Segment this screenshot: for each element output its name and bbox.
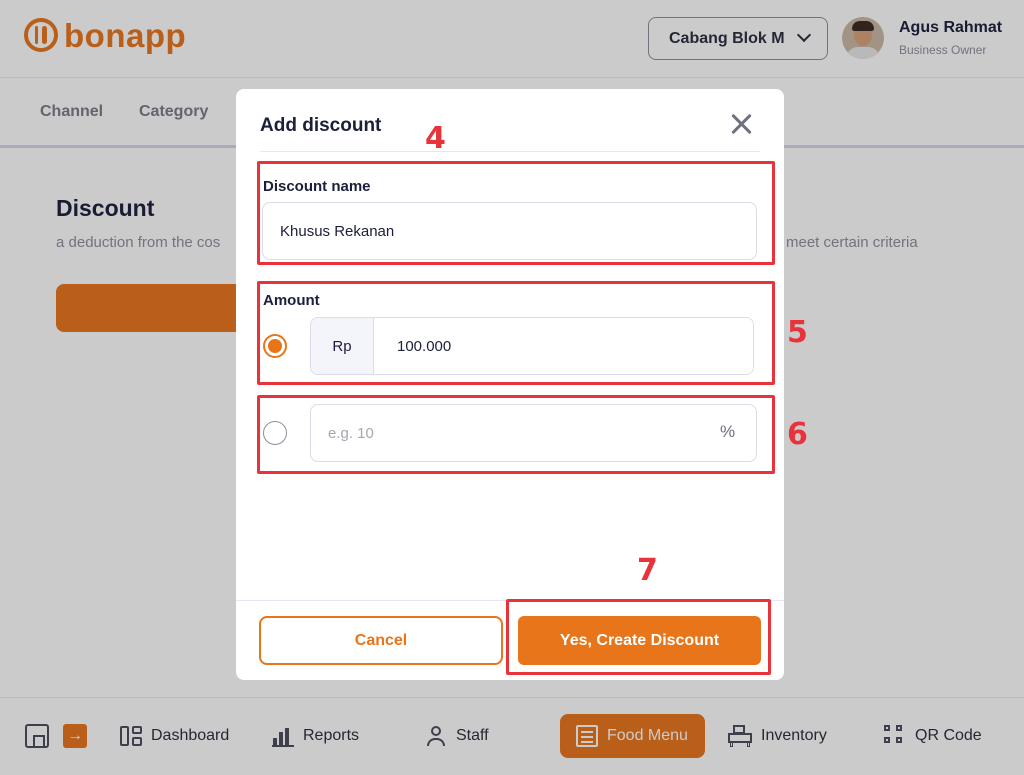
annotation-number-6: 6 bbox=[787, 417, 808, 452]
close-icon[interactable] bbox=[730, 113, 752, 135]
annotation-box-discount-name bbox=[257, 161, 775, 265]
annotation-box-create-button bbox=[506, 599, 771, 675]
annotation-box-amount-percent bbox=[257, 395, 775, 474]
cancel-button[interactable]: Cancel bbox=[259, 616, 503, 665]
divider bbox=[260, 151, 760, 152]
annotation-box-amount-nominal bbox=[257, 281, 775, 385]
annotation-number-7: 7 bbox=[637, 553, 658, 588]
dialog-title: Add discount bbox=[260, 115, 382, 136]
annotation-number-4: 4 bbox=[425, 121, 446, 156]
annotation-number-5: 5 bbox=[787, 315, 808, 350]
